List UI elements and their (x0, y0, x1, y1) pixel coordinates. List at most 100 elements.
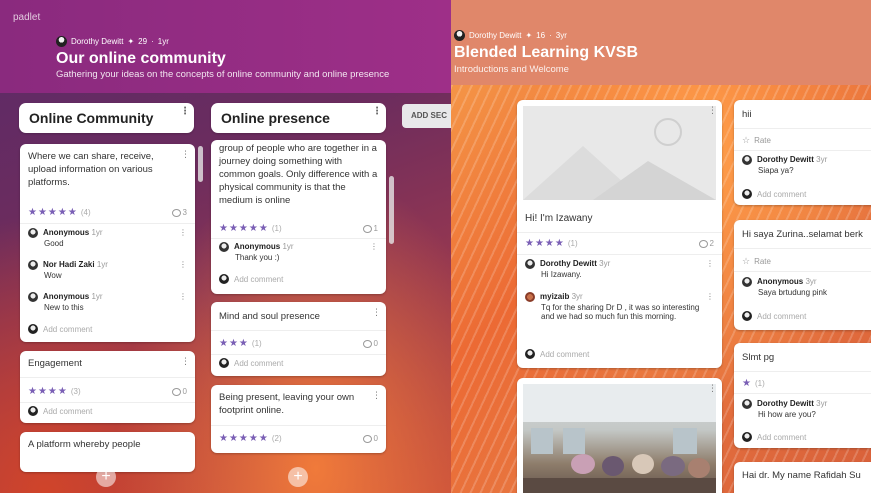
star-rating-icon[interactable]: ★★★★★ (28, 207, 78, 218)
star-rating-icon[interactable]: ★★★★ (525, 238, 565, 249)
post-body: Hai dr. My name Rafidah Su (742, 470, 861, 481)
post-card[interactable]: hii ☆ Rate Dorothy Dewitt 3yr Siapa ya? … (734, 100, 871, 205)
padlet-logo[interactable]: padlet (13, 12, 40, 23)
divider (734, 371, 871, 372)
comment-count: 0 (373, 339, 378, 348)
rating-count: (1) (271, 224, 282, 233)
comment-age: 1yr (282, 242, 294, 252)
page-title: Blended Learning KVSB (454, 44, 639, 61)
post-card[interactable]: group of people who are together in a jo… (211, 140, 386, 294)
add-comment-label: Add comment (43, 324, 93, 334)
star-rating-icon[interactable]: ★ (742, 378, 752, 389)
star-outline-icon: ☆ (742, 256, 751, 266)
rating-count: (1) (251, 339, 262, 348)
comment: Dorothy Dewitt 3yr Siapa ya? (742, 155, 871, 175)
author-name[interactable]: Dorothy Dewitt (71, 37, 123, 46)
avatar (742, 399, 752, 409)
divider (211, 425, 386, 426)
post-menu-icon[interactable]: ⋮ (181, 356, 190, 367)
add-comment-button[interactable]: Add comment (28, 406, 92, 416)
comment-count-icon[interactable]: 1 (362, 224, 378, 233)
post-menu-icon[interactable]: ⋮ (372, 390, 381, 401)
add-comment-button[interactable]: Add comment (742, 189, 806, 199)
comment-count-icon[interactable]: 2 (698, 239, 714, 248)
add-section-button[interactable]: ADD SEC (402, 104, 451, 128)
comment-author: Dorothy Dewitt (540, 259, 597, 269)
comment-count-icon[interactable]: 0 (362, 434, 378, 443)
column-header-online-presence[interactable]: Online presence ⋮ (211, 103, 386, 133)
like-count: 29 (138, 37, 148, 46)
post-card[interactable]: Hai dr. My name Rafidah Su (734, 462, 871, 493)
add-comment-button[interactable]: Add comment (219, 358, 283, 368)
author-avatar[interactable] (454, 30, 465, 41)
rating-row[interactable]: ★ (1) (742, 378, 871, 389)
author-name[interactable]: Dorothy Dewitt (469, 31, 521, 40)
add-comment-button[interactable]: Add comment (28, 324, 92, 334)
divider (211, 354, 386, 355)
star-rating-icon[interactable]: ★★★ (219, 338, 249, 349)
divider (734, 248, 871, 249)
author-avatar[interactable] (56, 36, 67, 47)
rating-row[interactable]: ★★★★★ (1) 1 (219, 223, 378, 234)
comment-count-icon[interactable]: 0 (171, 387, 187, 396)
comment-count: 3 (182, 208, 187, 217)
comment-text: Hi Izawany. (541, 270, 582, 279)
comment-text: Thank you :) (235, 253, 280, 262)
comment-count-icon[interactable]: 0 (362, 339, 378, 348)
rating-row[interactable]: ★★★★ (1) 2 (525, 238, 714, 249)
right-header: Dorothy Dewitt ✦ 16 · 3yr Blended Learni… (451, 0, 871, 85)
column-scrollbar[interactable] (389, 176, 394, 244)
column-scrollbar[interactable] (198, 146, 203, 182)
star-rating-icon[interactable]: ★★★★★ (219, 223, 269, 234)
comment-count-icon[interactable]: 3 (171, 208, 187, 217)
comment-menu-icon[interactable]: ⋮ (706, 292, 714, 301)
post-card[interactable]: Mind and soul presence ⋮ ★★★ (1) 0 Add c… (211, 302, 386, 376)
post-card[interactable]: Where we can share, receive, upload info… (20, 144, 195, 342)
post-card[interactable]: Hi saya Zurina..selamat berk ☆ Rate Anon… (734, 220, 871, 330)
star-rating-icon[interactable]: ★★★★★ (219, 433, 269, 444)
image-placeholder[interactable] (523, 106, 716, 200)
star-rating-icon[interactable]: ★★★★ (28, 386, 68, 397)
post-menu-icon[interactable]: ⋮ (181, 149, 190, 160)
post-menu-icon[interactable]: ⋮ (708, 383, 717, 394)
post-card[interactable]: ⋮ (517, 378, 722, 493)
divider (517, 232, 722, 233)
rate-button[interactable]: ☆ Rate (742, 135, 871, 146)
column-menu-icon[interactable]: ⋮ (372, 106, 382, 117)
post-card[interactable]: Being present, leaving your own footprin… (211, 385, 386, 453)
comment-menu-icon[interactable]: ⋮ (370, 242, 378, 251)
post-card[interactable]: Slmt pg ★ (1) Dorothy Dewitt 3yr Hi how … (734, 343, 871, 448)
column-header-online-community[interactable]: Online Community ⋮ (19, 103, 194, 133)
rating-row[interactable]: ★★★ (1) 0 (219, 338, 378, 349)
avatar (742, 311, 752, 321)
add-post-button[interactable]: + (96, 467, 116, 487)
rating-row[interactable]: ★★★★ (3) 0 (28, 386, 187, 397)
post-card[interactable]: A platform whereby people (20, 432, 195, 472)
comment-menu-icon[interactable]: ⋮ (179, 260, 187, 269)
post-menu-icon[interactable]: ⋮ (372, 307, 381, 318)
comment: Nor Hadi Zaki 1yr Wow ⋮ (28, 260, 187, 280)
rate-label: Rate (754, 136, 771, 145)
add-comment-button[interactable]: Add comment (742, 432, 806, 442)
post-card[interactable]: ⋮ Hi! I'm Izawany ★★★★ (1) 2 Dorothy Dew… (517, 100, 722, 368)
comment-menu-icon[interactable]: ⋮ (179, 292, 187, 301)
comment-menu-icon[interactable]: ⋮ (179, 228, 187, 237)
add-comment-button[interactable]: Add comment (742, 311, 806, 321)
rate-button[interactable]: ☆ Rate (742, 256, 871, 267)
comment-author: Anonymous (43, 292, 90, 302)
comment-age: 3yr (816, 155, 828, 165)
comment-menu-icon[interactable]: ⋮ (706, 259, 714, 268)
classroom-photo[interactable] (523, 384, 716, 493)
post-card[interactable]: Engagement ⋮ ★★★★ (3) 0 Add comment (20, 351, 195, 423)
post-menu-icon[interactable]: ⋮ (708, 105, 717, 116)
post-body: A platform whereby people (28, 439, 141, 450)
add-comment-label: Add comment (43, 406, 93, 416)
add-post-button[interactable]: + (288, 467, 308, 487)
add-comment-button[interactable]: Add comment (219, 274, 283, 284)
comment-author: Dorothy Dewitt (757, 155, 814, 165)
rating-row[interactable]: ★★★★★ (2) 0 (219, 433, 378, 444)
add-comment-button[interactable]: Add comment (525, 349, 589, 359)
rate-label: Rate (754, 257, 771, 266)
rating-row[interactable]: ★★★★★ (4) 3 (28, 207, 187, 218)
column-menu-icon[interactable]: ⋮ (180, 106, 190, 117)
